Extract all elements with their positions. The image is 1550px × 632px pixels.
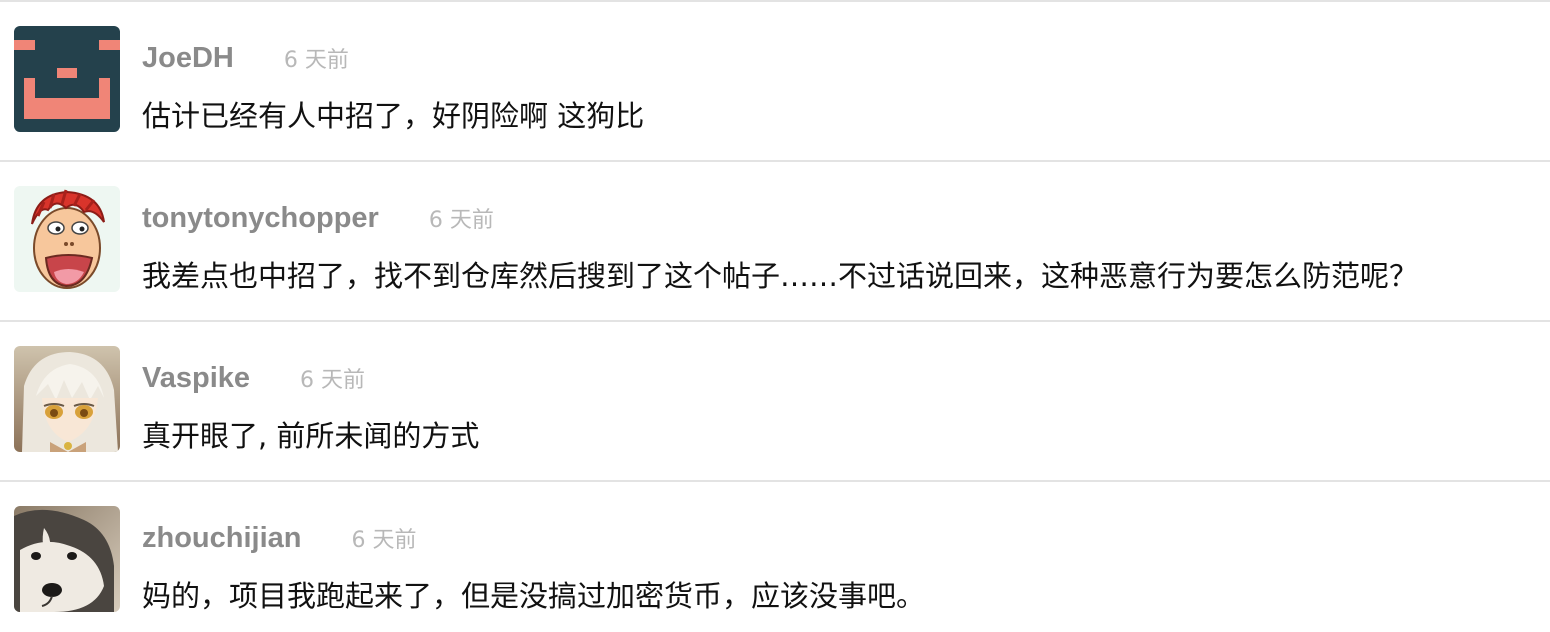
comment-username[interactable]: zhouchijian (142, 522, 302, 555)
cartoon-face-avatar-icon (14, 186, 120, 292)
comment-timestamp[interactable]: 6 天前 (284, 42, 349, 74)
comment-meta: Vaspike 6 天前 (142, 358, 365, 398)
comment-meta: zhouchijian 6 天前 (142, 518, 417, 558)
comment-username[interactable]: JoeDH (142, 42, 234, 75)
anime-girl-avatar-icon (14, 346, 120, 452)
pixel-face-avatar-icon (14, 26, 120, 132)
comment-timestamp[interactable]: 6 天前 (300, 362, 365, 394)
anime-girl-avatar[interactable] (14, 346, 120, 452)
comment-text: 真开眼了, 前所未闻的方式 (142, 419, 480, 453)
husky-dog-avatar-icon (14, 506, 120, 612)
comment-item: zhouchijian 6 天前 妈的，项目我跑起来了，但是没搞过加密货币，应该… (0, 482, 1550, 632)
comment-meta: JoeDH 6 天前 (142, 38, 349, 78)
comment-list: JoeDH 6 天前 估计已经有人中招了，好阴险啊 这狗比 tonytonych… (0, 2, 1550, 632)
comment-text: 我差点也中招了，找不到仓库然后搜到了这个帖子……不过话说回来，这种恶意行为要怎么… (142, 259, 1419, 293)
comment-timestamp[interactable]: 6 天前 (352, 522, 417, 554)
comment-timestamp[interactable]: 6 天前 (429, 202, 494, 234)
husky-dog-avatar[interactable] (14, 506, 120, 612)
cartoon-face-avatar[interactable] (14, 186, 120, 292)
comment-text: 妈的，项目我跑起来了，但是没搞过加密货币，应该没事吧。 (142, 579, 926, 613)
comment-item: tonytonychopper 6 天前 我差点也中招了，找不到仓库然后搜到了这… (0, 162, 1550, 322)
comment-text: 估计已经有人中招了，好阴险啊 这狗比 (142, 99, 645, 133)
comment-meta: tonytonychopper 6 天前 (142, 198, 494, 238)
comment-username[interactable]: Vaspike (142, 362, 250, 395)
pixel-face-avatar[interactable] (14, 26, 120, 132)
comment-username[interactable]: tonytonychopper (142, 202, 379, 235)
comment-item: JoeDH 6 天前 估计已经有人中招了，好阴险啊 这狗比 (0, 2, 1550, 162)
comment-item: Vaspike 6 天前 真开眼了, 前所未闻的方式 (0, 322, 1550, 482)
